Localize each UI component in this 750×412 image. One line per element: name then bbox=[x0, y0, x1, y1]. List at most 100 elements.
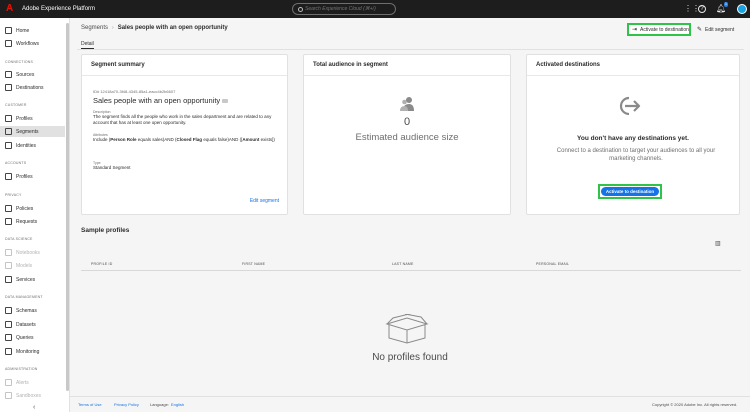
sidebar-item-label: Policies bbox=[16, 205, 34, 212]
profiles-icon bbox=[5, 115, 12, 122]
segments-icon bbox=[5, 128, 12, 135]
sidebar-item-sandboxes[interactable]: Sandboxes bbox=[0, 390, 65, 401]
privacy-link[interactable]: Privacy Policy bbox=[114, 402, 139, 407]
attr-part: exists]) bbox=[259, 137, 275, 142]
audience-label: Estimated audience size bbox=[355, 132, 459, 143]
divider bbox=[527, 75, 739, 76]
activate-to-destination-button[interactable]: ⇥ Activate to destination bbox=[627, 23, 691, 36]
help-icon[interactable]: ? bbox=[698, 5, 706, 13]
search-icon bbox=[298, 6, 303, 12]
language-link[interactable]: English bbox=[171, 402, 184, 407]
export-icon bbox=[619, 96, 641, 116]
table-header: PROFILE ID FIRST NAME LAST NAME PERSONAL… bbox=[81, 258, 741, 271]
column-header[interactable]: FIRST NAME bbox=[242, 262, 265, 266]
segment-name-text: Sales people with an open opportunity bbox=[93, 96, 221, 105]
sidebar-item-label: Alerts bbox=[16, 379, 29, 386]
sidebar-item-home[interactable]: Home bbox=[0, 25, 65, 36]
collapse-sidebar-button[interactable]: ‹ bbox=[33, 404, 35, 411]
requests-icon bbox=[5, 218, 12, 225]
sidebar-item-label: Destinations bbox=[16, 84, 44, 91]
divider bbox=[82, 75, 287, 76]
search-box[interactable] bbox=[292, 3, 396, 15]
queries-icon bbox=[5, 334, 12, 341]
sidebar-item-label: Models bbox=[16, 262, 33, 269]
sidebar-heading-data-science: DATA SCIENCE bbox=[5, 237, 33, 241]
sidebar-item-label: Home bbox=[16, 27, 30, 34]
language-label: Language: bbox=[150, 402, 169, 407]
description-text: The segment finds all the people who wor… bbox=[93, 114, 272, 125]
column-header[interactable]: LAST NAME bbox=[392, 262, 414, 266]
column-header[interactable]: PROFILE ID bbox=[91, 262, 112, 266]
edit-segment-button[interactable]: ✎ Edit segment bbox=[697, 24, 734, 35]
sidebar-item-account-profiles[interactable]: Profiles bbox=[0, 171, 65, 182]
sidebar-scrollbar[interactable] bbox=[66, 23, 69, 391]
tab-detail[interactable]: Detail bbox=[81, 41, 94, 47]
sidebar-item-notebooks[interactable]: Notebooks bbox=[0, 247, 65, 258]
export-arrow-icon: ⇥ bbox=[632, 27, 638, 33]
type-value: Standard Segment bbox=[93, 165, 131, 170]
empty-description: Connect to a destination to target your … bbox=[556, 148, 716, 162]
divider bbox=[304, 75, 510, 76]
attr-part: equals false)AND ([ bbox=[202, 137, 243, 142]
column-settings-icon[interactable]: ▥ bbox=[715, 240, 721, 247]
app-title[interactable]: Adobe Experience Platform bbox=[22, 6, 95, 12]
sources-icon bbox=[5, 71, 12, 78]
pencil-icon: ✎ bbox=[697, 27, 703, 33]
sidebar-item-label: Datasets bbox=[16, 321, 36, 328]
sidebar-item-identities[interactable]: Identities bbox=[0, 140, 65, 151]
sidebar-item-label: Schemas bbox=[16, 307, 37, 314]
sidebar-item-datasets[interactable]: Datasets bbox=[0, 319, 65, 330]
activate-button-highlight: Activate to destination bbox=[598, 184, 662, 199]
notification-badge: 1 bbox=[724, 2, 728, 7]
policies-icon bbox=[5, 205, 12, 212]
edit-segment-link[interactable]: Edit segment bbox=[250, 198, 279, 204]
sidebar-heading-administration: ADMINISTRATION bbox=[5, 367, 38, 371]
breadcrumb: Segments › Sales people with an open opp… bbox=[81, 25, 228, 31]
avatar[interactable] bbox=[737, 4, 747, 14]
adobe-logo-icon[interactable]: A bbox=[6, 4, 16, 14]
sidebar-item-requests[interactable]: Requests bbox=[0, 216, 65, 227]
top-bar: A Adobe Experience Platform ⋮⋮ ? 🔔︎ 1 bbox=[0, 0, 750, 18]
card-title: Activated destinations bbox=[536, 62, 601, 68]
sidebar-item-workflows[interactable]: Workflows bbox=[0, 38, 65, 49]
audience-count: 0 bbox=[403, 116, 411, 128]
sidebar-item-segments[interactable]: Segments bbox=[0, 126, 65, 137]
identities-icon bbox=[5, 142, 12, 149]
notebooks-icon bbox=[5, 249, 12, 256]
sidebar-item-profiles[interactable]: Profiles bbox=[0, 113, 65, 124]
column-header[interactable]: PERSONAL EMAIL bbox=[536, 262, 569, 266]
sidebar-item-label: Identities bbox=[16, 142, 37, 149]
attr-part: Include ( bbox=[93, 137, 111, 142]
attributes-text: Include (Person Role equals sales)AND (C… bbox=[93, 137, 283, 143]
sidebar-item-services[interactable]: Services bbox=[0, 274, 65, 285]
sidebar-heading-customer: CUSTOMER bbox=[5, 103, 27, 107]
sandboxes-icon bbox=[5, 392, 12, 399]
attr-part: equals sales)AND ( bbox=[136, 137, 177, 142]
empty-box-icon bbox=[385, 314, 429, 344]
terms-link[interactable]: Terms of Use bbox=[78, 402, 102, 407]
models-icon bbox=[5, 262, 12, 269]
sidebar-item-sources[interactable]: Sources bbox=[0, 69, 65, 80]
sidebar-item-destinations[interactable]: Destinations bbox=[0, 82, 65, 93]
breadcrumb-segments-link[interactable]: Segments bbox=[81, 25, 108, 31]
footer: Terms of Use Privacy Policy Language: En… bbox=[70, 396, 750, 412]
destinations-icon bbox=[5, 84, 12, 91]
alerts-icon bbox=[5, 379, 12, 386]
sidebar-item-models[interactable]: Models bbox=[0, 260, 65, 271]
section-title: Sample profiles bbox=[81, 227, 130, 234]
sidebar-item-policies[interactable]: Policies bbox=[0, 203, 65, 214]
grid-icon[interactable]: ⋮⋮ bbox=[684, 4, 700, 14]
sidebar-item-label: Sources bbox=[16, 71, 35, 78]
more-icon[interactable] bbox=[222, 99, 229, 104]
people-icon bbox=[400, 97, 414, 111]
datasets-icon bbox=[5, 321, 12, 328]
sidebar-item-queries[interactable]: Queries bbox=[0, 332, 65, 343]
sidebar-heading-connections: CONNECTIONS bbox=[5, 60, 34, 64]
search-input[interactable] bbox=[305, 6, 393, 12]
chevron-right-icon: › bbox=[112, 25, 114, 31]
sidebar-item-schemas[interactable]: Schemas bbox=[0, 305, 65, 316]
activated-destinations-card: Activated destinations You don't have an… bbox=[526, 54, 740, 215]
sidebar-item-label: Queries bbox=[16, 334, 34, 341]
activate-to-destination-cta[interactable]: Activate to destination bbox=[601, 187, 659, 196]
sidebar-item-alerts[interactable]: Alerts bbox=[0, 377, 65, 388]
